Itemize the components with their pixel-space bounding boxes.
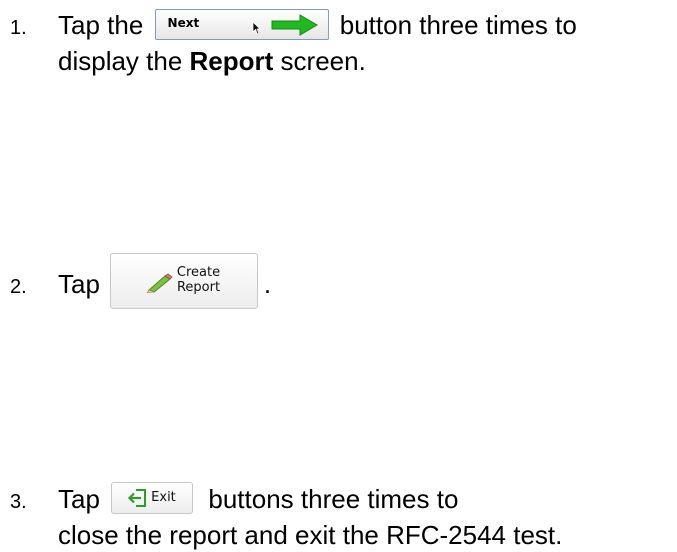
next-button[interactable]: Next (154, 9, 329, 40)
step-text: display the (58, 46, 190, 76)
step-text: buttons three times to (208, 484, 459, 514)
step-2: 2. Tap Create Report . (10, 253, 271, 309)
create-report-label-line-1: Create (176, 265, 221, 280)
step-text: screen. (273, 46, 366, 76)
step-1-line-1: 1. Tap the Next button three times to (10, 9, 577, 45)
step-number: 1. (10, 17, 27, 39)
step-text: . (263, 269, 272, 299)
step-1: 1. Tap the Next button three times to dis… (10, 9, 577, 78)
mouse-pointer-icon (252, 21, 261, 35)
green-arrow-right-icon (271, 14, 318, 36)
step-3: 3. Tap Exit buttons three times to close … (10, 482, 562, 552)
pencil-icon (146, 273, 173, 293)
step-number: 2. (10, 276, 27, 298)
step-3-line-1: 3. Tap Exit buttons three times to (10, 482, 562, 519)
exit-button-label: Exit (151, 490, 176, 505)
exit-button[interactable]: Exit (111, 482, 194, 514)
create-report-label: Create Report (177, 265, 220, 295)
step-3-line-2: close the report and exit the RFC-2544 t… (58, 520, 563, 550)
create-report-label-line-2: Report (176, 280, 221, 295)
step-1-line-2: display the Report screen. (10, 45, 577, 78)
next-button-label: Next (167, 16, 200, 30)
report-screen-name: Report (189, 46, 274, 76)
step-text: Tap the (58, 10, 144, 40)
step-text: button three times to (339, 10, 577, 40)
exit-door-icon (128, 489, 147, 507)
create-report-button[interactable]: Create Report (109, 253, 258, 309)
step-number: 3. (10, 491, 27, 513)
step-text: Tap (58, 484, 100, 514)
step-text: Tap (58, 269, 100, 299)
